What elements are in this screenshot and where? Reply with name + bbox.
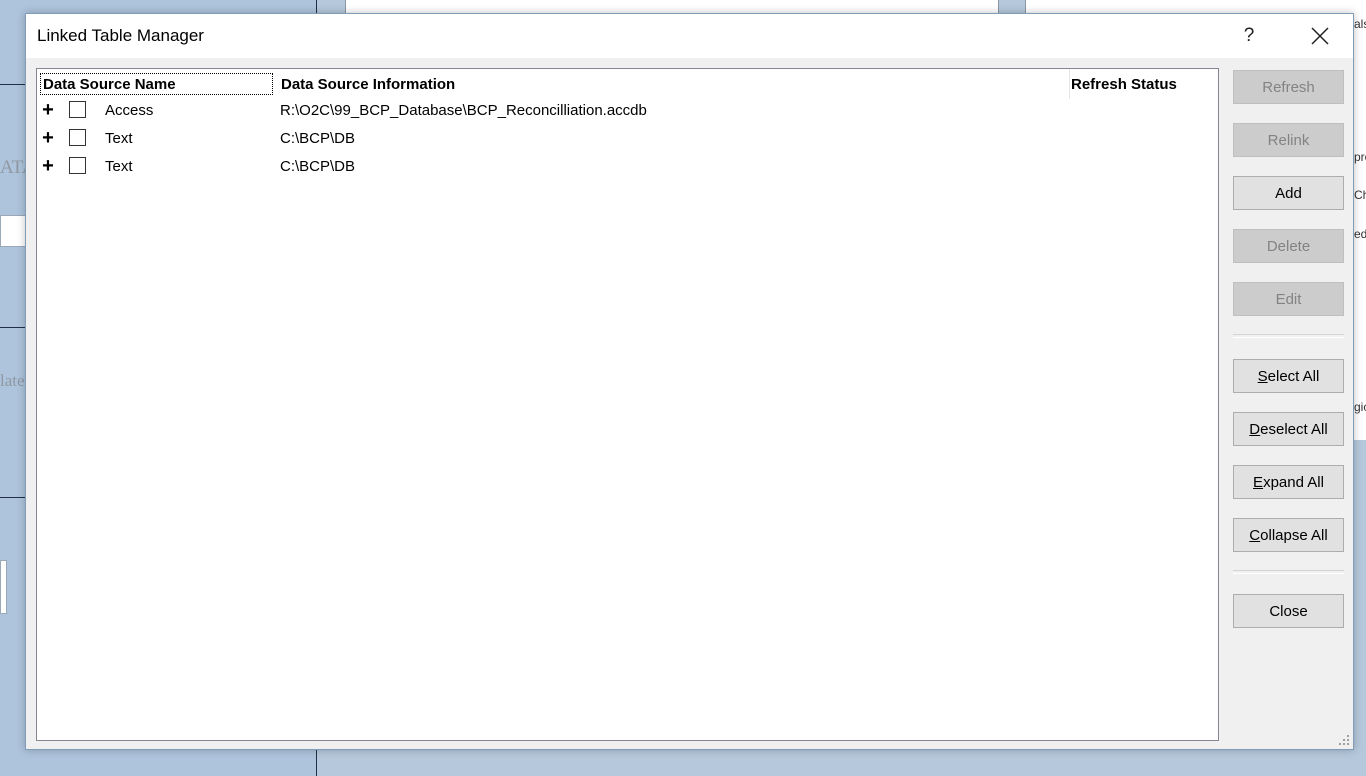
resize-grip-icon[interactable]: [1338, 734, 1350, 746]
expand-all-button[interactable]: Expand All: [1233, 465, 1344, 499]
data-source-info-cell: C:\BCP\DB: [280, 158, 356, 175]
background-text-fragment: Ch: [1354, 188, 1366, 202]
background-text-fragment: gic: [1354, 400, 1366, 414]
background-document-page: [345, 0, 999, 14]
button-label: xpand All: [1263, 473, 1324, 491]
background-text-fragment: late: [0, 371, 25, 390]
select-all-button[interactable]: Select All: [1233, 359, 1344, 393]
button-group-separator: [1233, 334, 1344, 338]
background-text-fragment: als: [1354, 17, 1366, 31]
edit-button[interactable]: Edit: [1233, 282, 1344, 316]
row-checkbox[interactable]: [69, 157, 86, 174]
accelerator-key: E: [1253, 473, 1264, 491]
column-header-refresh-status[interactable]: Refresh Status: [1070, 69, 1218, 99]
data-source-info-cell: R:\O2C\99_BCP_Database\BCP_Reconcilliati…: [280, 102, 647, 119]
delete-button[interactable]: Delete: [1233, 229, 1344, 263]
button-label: ollapse All: [1260, 526, 1328, 544]
data-source-info-cell: C:\BCP\DB: [280, 130, 356, 147]
table-row[interactable]: + Text C:\BCP\DB: [37, 125, 1218, 153]
data-source-name-cell: Text: [105, 158, 133, 175]
button-label: eselect All: [1260, 420, 1328, 438]
collapse-all-button[interactable]: Collapse All: [1233, 518, 1344, 552]
title-bar: Linked Table Manager ?: [26, 14, 1353, 58]
relink-button[interactable]: Relink: [1233, 123, 1344, 157]
table-row[interactable]: + Text C:\BCP\DB: [37, 153, 1218, 181]
background-field: [0, 560, 7, 614]
data-source-name-cell: Text: [105, 130, 133, 147]
close-button[interactable]: Close: [1233, 594, 1344, 628]
expand-plus-icon[interactable]: +: [40, 127, 56, 149]
button-label: elect All: [1267, 367, 1320, 385]
close-icon: [1311, 27, 1329, 45]
refresh-button[interactable]: Refresh: [1233, 70, 1344, 104]
accelerator-key: D: [1249, 420, 1261, 438]
row-checkbox[interactable]: [69, 129, 86, 146]
background-text-fragment: ed: [1354, 227, 1366, 241]
data-source-name-cell: Access: [105, 102, 154, 119]
add-button[interactable]: Add: [1233, 176, 1344, 210]
column-header-data-source-name[interactable]: Data Source Name: [40, 73, 273, 95]
linked-tables-list[interactable]: Data Source Name Data Source Information…: [36, 68, 1219, 741]
help-button[interactable]: ?: [1222, 14, 1276, 58]
row-checkbox[interactable]: [69, 101, 86, 118]
close-window-button[interactable]: [1291, 14, 1349, 58]
expand-plus-icon[interactable]: +: [40, 99, 56, 121]
deselect-all-button[interactable]: Deselect All: [1233, 412, 1344, 446]
column-header-data-source-information[interactable]: Data Source Information: [280, 69, 1070, 99]
linked-table-manager-dialog: Linked Table Manager ? Data Source Name …: [25, 13, 1354, 750]
accelerator-key: C: [1249, 526, 1261, 544]
table-row[interactable]: + Access R:\O2C\99_BCP_Database\BCP_Reco…: [37, 97, 1218, 125]
background-text-fragment: pro: [1354, 150, 1366, 164]
button-group-separator: [1233, 570, 1344, 574]
expand-plus-icon[interactable]: +: [40, 155, 56, 177]
dialog-title: Linked Table Manager: [37, 26, 204, 45]
accelerator-key: S: [1257, 367, 1268, 385]
